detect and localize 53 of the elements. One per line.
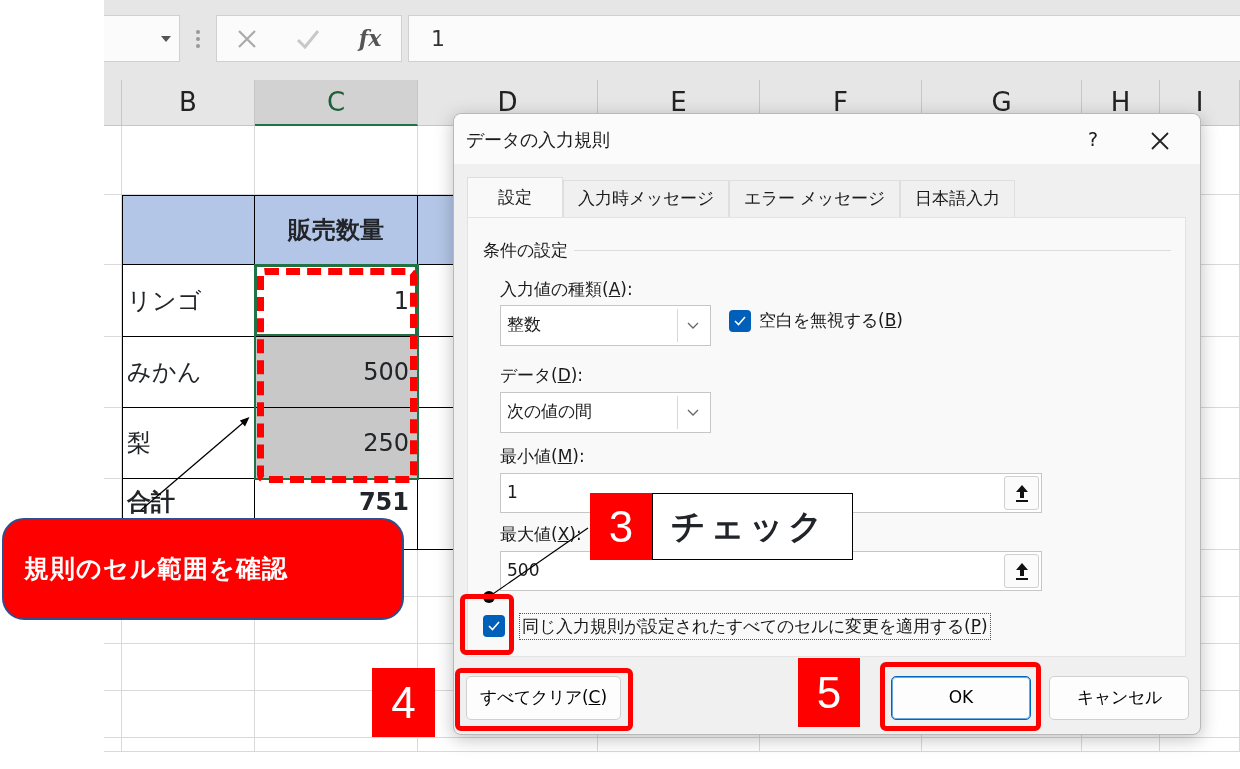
step-number: 5 [798, 658, 860, 727]
close-icon [236, 29, 257, 49]
insert-function-button[interactable]: fx [358, 22, 382, 55]
column-header[interactable]: C [255, 80, 418, 126]
grid-cell [104, 126, 122, 195]
checkbox-label: 同じ入力規則が設定されたすべてのセルに変更を適用する(P) [519, 612, 991, 640]
chevron-down-icon [686, 408, 699, 416]
callout-label: 規則のセル範囲を確認 [2, 518, 404, 620]
clear-all-button[interactable]: すべてクリア(C) [466, 676, 621, 720]
close-icon [1150, 130, 1170, 151]
ok-button[interactable]: OK [891, 676, 1031, 720]
range-select-button[interactable] [1004, 553, 1039, 588]
field-label: 最小値(M): [500, 444, 585, 467]
grid-cell [104, 644, 122, 691]
tab[interactable]: 入力時メッセージ [563, 180, 729, 217]
grid-cell [104, 738, 122, 752]
dropdown[interactable]: 整数 [500, 304, 711, 346]
grid-cell [104, 265, 122, 337]
tab[interactable]: 日本語入力 [900, 180, 1016, 217]
tab[interactable]: 設定 [467, 177, 563, 217]
more-icon [196, 30, 200, 48]
checkbox-label: 空白を無視する(B) [759, 309, 903, 333]
arrow-up-icon [1014, 561, 1029, 580]
checkbox[interactable] [729, 310, 751, 332]
dropdown[interactable]: 次の値の間 [500, 391, 711, 433]
help-button[interactable]: ? [1087, 124, 1098, 154]
range-select-button[interactable] [1004, 475, 1039, 510]
highlight-frame [460, 594, 514, 655]
table-header-cell: 販売数量 [255, 195, 418, 265]
note-label: チェック [652, 493, 853, 560]
check-icon [488, 621, 500, 632]
step-number: 3 [590, 493, 652, 560]
field-label: 入力値の種類(A): [500, 277, 633, 300]
table-cell: リンゴ [122, 265, 255, 337]
column-header[interactable]: B [122, 80, 255, 126]
tab[interactable]: エラー メッセージ [729, 180, 901, 217]
chevron-down-icon [686, 321, 699, 329]
check-icon [734, 316, 746, 326]
formula-field[interactable]: 1 [408, 15, 1240, 62]
caret-icon [161, 35, 171, 42]
field-label: データ(D): [500, 363, 584, 386]
arrow-up-icon [1014, 483, 1029, 502]
section-title: 条件の設定 [483, 239, 568, 262]
table-cell: みかん [122, 337, 255, 408]
dialog-title: データの入力規則 [466, 127, 611, 152]
cancel-button[interactable]: キャンセル [1049, 676, 1189, 720]
step-number: 4 [372, 668, 435, 737]
table-cell: 1 [255, 265, 418, 337]
table-cell: 500 [255, 337, 418, 408]
grid-cell [104, 337, 122, 408]
check-icon [295, 29, 320, 49]
grid-cell [104, 691, 122, 738]
checkbox[interactable] [483, 615, 505, 638]
